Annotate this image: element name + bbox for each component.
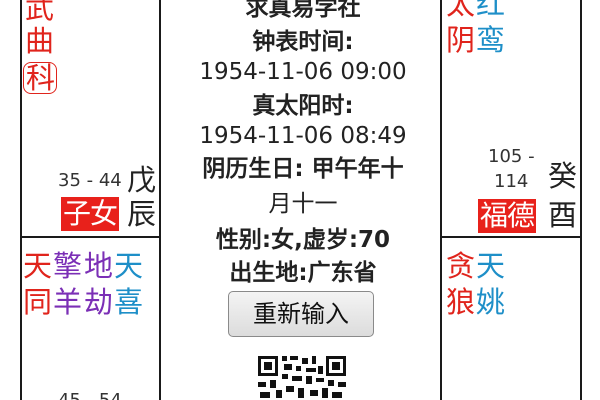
age-range: 35 - 44 [58, 170, 122, 191]
age-range-top: 105 - [488, 146, 535, 167]
lunar-birthday-line2: 月十一 [268, 191, 338, 217]
transform-badge-ke: 科 [23, 62, 58, 94]
branch-label: 酉 [548, 198, 577, 232]
grid-line-right-inner [440, 0, 442, 400]
branch-label: 辰 [127, 197, 156, 231]
star-tian: 天 [23, 249, 52, 283]
palace-name-highlight: 子女 [61, 197, 120, 231]
birthplace-line: 出生地:广东省 [229, 260, 377, 286]
grid-line-left-inner [159, 0, 161, 400]
star-tan: 贪 [446, 249, 475, 283]
clock-time-value: 1954-11-06 09:00 [199, 59, 407, 85]
grid-line-right [580, 0, 582, 400]
age-range-bottom: 45 - 54 [58, 390, 122, 400]
star-xi: 喜 [114, 285, 143, 319]
lunar-birthday-line1: 阴历生日: 甲午年十 [202, 156, 404, 182]
star-luan: 鸾 [476, 23, 505, 57]
star-wu: 武 [25, 0, 54, 25]
solar-time-value: 1954-11-06 08:49 [199, 123, 407, 149]
star-di: 地 [84, 249, 113, 283]
star-jie: 劫 [84, 285, 113, 319]
star-yang: 羊 [53, 285, 82, 319]
star-tong: 同 [23, 285, 52, 319]
star-qu: 曲 [25, 24, 54, 58]
star-qing: 擎 [53, 249, 82, 283]
grid-line-left [20, 0, 22, 400]
stem-label: 癸 [548, 159, 577, 193]
palace-name-highlight: 福德 [478, 199, 537, 233]
gender-age-line: 性别:女,虚岁:70 [215, 227, 391, 253]
solar-time-label: 真太阳时: [252, 93, 354, 119]
clock-time-label: 钟表时间: [252, 29, 354, 55]
grid-line-left-horizontal [20, 236, 161, 238]
star-yin: 阴 [446, 23, 475, 57]
stem-label: 戊 [127, 163, 156, 197]
site-title: 求真易学社 [245, 0, 361, 21]
astrology-chart: 武 曲 科 35 - 44 戊 子女 辰 天 擎 地 天 同 羊 劫 喜 45 … [0, 0, 600, 400]
star-tian-2: 天 [114, 249, 143, 283]
reset-input-button[interactable]: 重新输入 [228, 291, 374, 337]
star-hong: 红 [476, 0, 505, 21]
star-tian: 天 [476, 249, 505, 283]
qr-code-image [256, 354, 348, 400]
grid-line-right-horizontal [440, 236, 582, 238]
age-range-bottom: 114 [494, 171, 529, 192]
star-lang: 狼 [446, 285, 475, 319]
star-tai: 太 [446, 0, 475, 21]
star-yao: 姚 [476, 285, 505, 319]
